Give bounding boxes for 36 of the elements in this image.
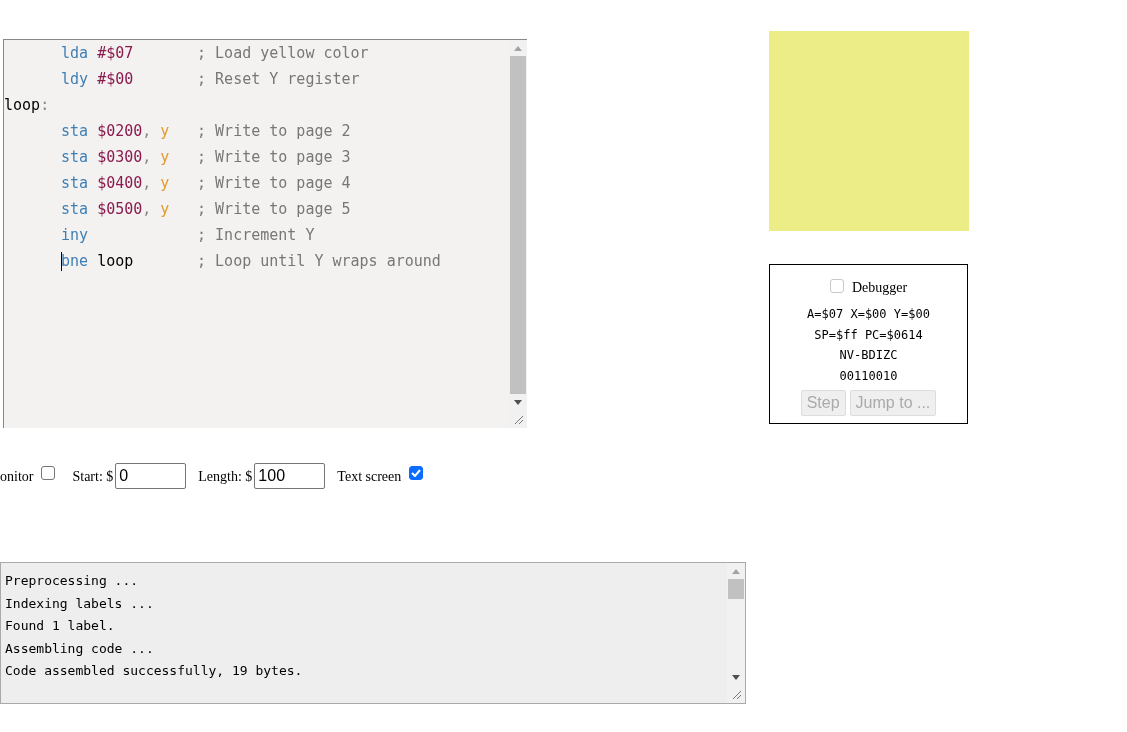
checkbox-label: Debugger — [851, 279, 908, 297]
control-label: Start: $ — [72, 467, 114, 486]
code-line: sta $0400, y ; Write to page 4 — [60, 173, 352, 194]
control-label: onitor — [0, 467, 34, 486]
message-line: Indexing labels ... — [5, 594, 155, 613]
label-line: loop: — [4, 95, 51, 116]
scroll-thumb[interactable] — [728, 579, 744, 599]
message-line: Assembling code ... — [5, 639, 155, 658]
code-line: sta $0200, y ; Write to page 2 — [60, 121, 352, 142]
code-line: sta $0300, y ; Write to page 3 — [60, 147, 352, 168]
register-readout: A=$07 X=$00 Y=$00 — [806, 306, 931, 323]
input-field[interactable]: 100 — [254, 463, 326, 489]
register-readout: SP=$ff PC=$0614 — [813, 326, 924, 344]
checkbox[interactable] — [829, 278, 844, 293]
message-line: Code assembled successfully, 19 bytes. — [5, 662, 304, 680]
code-line: bne loop ; Loop until Y wraps around — [60, 251, 442, 273]
code-line: sta $0500, y ; Write to page 5 — [60, 199, 352, 220]
scroll-down-icon[interactable] — [732, 674, 740, 680]
control-label: Text screen — [337, 467, 402, 486]
scroll-down-icon[interactable] — [514, 399, 522, 405]
message-line: Found 1 label. — [5, 617, 116, 635]
checkbox[interactable] — [41, 466, 56, 480]
code-line: ldy #$00 ; Reset Y register — [60, 69, 361, 90]
message-line: Preprocessing ... — [5, 572, 140, 590]
resize-handle-icon[interactable] — [513, 414, 523, 424]
control-label: Length: $ — [198, 467, 253, 486]
resize-handle-icon[interactable] — [731, 689, 741, 699]
code-line: lda #$07 ; Load yellow color — [60, 43, 370, 64]
scroll-thumb[interactable] — [510, 56, 526, 394]
code-line: iny ; Increment Y — [60, 225, 316, 246]
register-readout: NV-BDIZC — [838, 347, 899, 364]
input-field[interactable]: 0 — [115, 463, 187, 489]
checkbox[interactable] — [409, 466, 424, 480]
scroll-up-icon[interactable] — [514, 45, 522, 51]
scroll-up-icon[interactable] — [732, 568, 740, 574]
register-readout: 00110010 — [838, 367, 899, 385]
